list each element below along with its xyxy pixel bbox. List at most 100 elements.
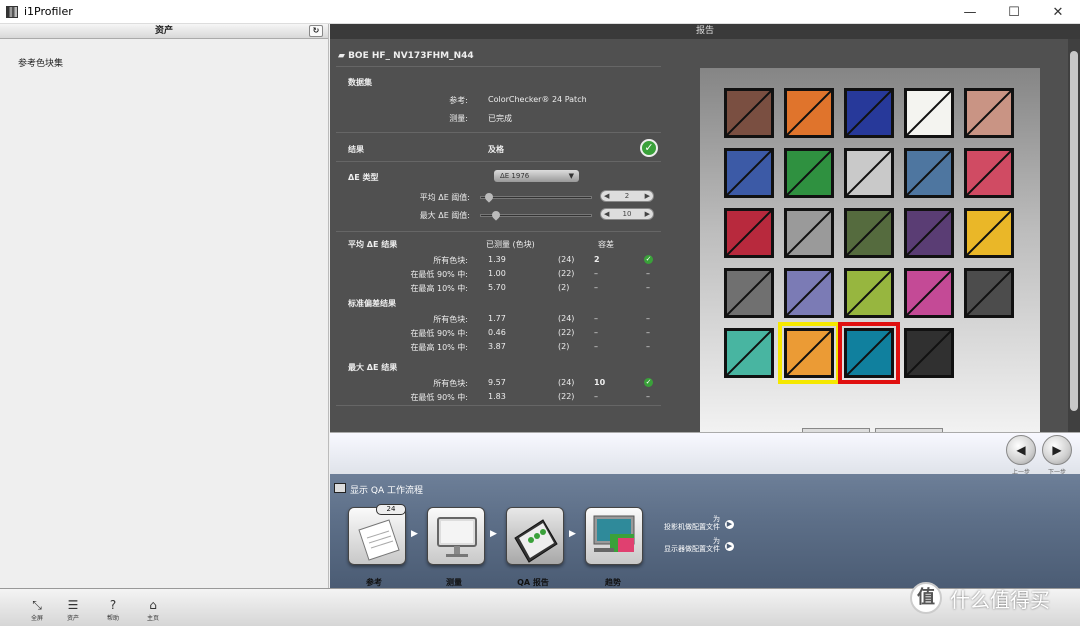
arrow-circle-icon[interactable]: ▶: [725, 520, 734, 529]
row-label: 在最高 10% 中:: [410, 343, 468, 352]
color-patch[interactable]: [904, 148, 954, 198]
section-title: 标准偏差结果: [348, 299, 396, 308]
clipboard-icon: [514, 519, 558, 563]
measure-label: 测量:: [449, 114, 468, 123]
list-icon: ☰: [67, 598, 79, 612]
color-patch[interactable]: [904, 88, 954, 138]
color-patch[interactable]: [724, 148, 774, 198]
color-patch[interactable]: [838, 322, 900, 384]
color-patch[interactable]: [784, 148, 834, 198]
report-scrollbar[interactable]: [1068, 39, 1080, 432]
color-patch[interactable]: [904, 208, 954, 258]
color-patch[interactable]: [844, 88, 894, 138]
row-value: 9.57: [488, 378, 506, 387]
refresh-icon[interactable]: ↻: [309, 25, 323, 37]
workflow-step-qa-report[interactable]: [506, 507, 564, 565]
row-count: (22): [558, 269, 575, 278]
de-type-dropdown[interactable]: ΔE 1976 ▼: [494, 170, 579, 182]
color-patch[interactable]: [724, 88, 774, 138]
color-patch[interactable]: [964, 148, 1014, 198]
row-tolerance: –: [594, 314, 598, 323]
row-label: 所有色块:: [433, 256, 468, 265]
row-count: (22): [558, 328, 575, 337]
close-button[interactable]: ✕: [1036, 0, 1080, 24]
color-patch[interactable]: [724, 268, 774, 318]
next-step-button[interactable]: ▶: [1042, 435, 1072, 465]
avg-threshold-value: 2: [624, 192, 630, 200]
color-patch[interactable]: [784, 88, 834, 138]
color-patch[interactable]: [844, 208, 894, 258]
row-tolerance: –: [594, 283, 598, 292]
stepper-decrement-icon[interactable]: ◀: [604, 210, 609, 218]
color-patch[interactable]: [778, 322, 840, 384]
color-patch[interactable]: [964, 268, 1014, 318]
max-threshold-slider[interactable]: [480, 209, 592, 221]
device-name: ▰ BOE HF_ NV173FHM_N44: [338, 51, 474, 61]
report-panel: ▰ BOE HF_ NV173FHM_N44 数据集 参考: ColorChec…: [330, 39, 1080, 434]
display-icon: [437, 517, 477, 557]
color-patch-grid: [700, 68, 1040, 432]
arrow-right-icon: ▶: [411, 529, 418, 539]
help-button[interactable]: ? 帮助: [101, 599, 125, 622]
color-patch[interactable]: [844, 268, 894, 318]
row-value: 1.00: [488, 269, 506, 278]
row-value: 1.83: [488, 392, 506, 401]
arrow-right-icon: ▶: [490, 529, 497, 539]
workflow-step-reference[interactable]: [348, 507, 406, 565]
profile-projector-link[interactable]: 为 投影机做配置文件: [652, 515, 720, 531]
row-label: 在最高 10% 中:: [410, 284, 468, 293]
row-status: –: [646, 283, 650, 292]
avg-threshold-stepper[interactable]: ◀ 2 ▶: [600, 190, 654, 202]
watermark-text: 什么值得买: [950, 587, 1050, 612]
row-value: 5.70: [488, 283, 506, 292]
row-status: –: [646, 314, 650, 323]
stepper-decrement-icon[interactable]: ◀: [604, 192, 609, 200]
minimize-button[interactable]: —: [948, 0, 992, 24]
color-patch[interactable]: [784, 208, 834, 258]
color-patch[interactable]: [964, 88, 1014, 138]
assets-button[interactable]: ☰ 资产: [61, 599, 85, 622]
row-status: –: [646, 269, 650, 278]
workflow-step-trend[interactable]: [585, 507, 643, 565]
avg-threshold-slider[interactable]: [480, 191, 592, 203]
home-button[interactable]: ⌂ 主页: [141, 599, 165, 622]
asset-item-reference-set[interactable]: 参考色块集: [18, 56, 63, 69]
color-patch[interactable]: [724, 208, 774, 258]
color-patch[interactable]: [784, 268, 834, 318]
max-threshold-stepper[interactable]: ◀ 10 ▶: [600, 208, 654, 220]
row-tolerance: –: [594, 328, 598, 337]
workflow-step-measure[interactable]: [427, 507, 485, 565]
check-icon: ✓: [644, 378, 653, 387]
row-label: 所有色块:: [433, 315, 468, 324]
row-tolerance: –: [594, 269, 598, 278]
title-bar: i1Profiler — ☐ ✕: [0, 0, 1080, 24]
scrollbar-thumb[interactable]: [1070, 51, 1078, 411]
prev-step-button[interactable]: ◀: [1006, 435, 1036, 465]
result-label: 结果: [348, 145, 364, 154]
color-patch[interactable]: [724, 328, 774, 378]
stepper-increment-icon[interactable]: ▶: [645, 192, 650, 200]
window-title: i1Profiler: [24, 5, 73, 18]
profile-display-link[interactable]: 为 显示器做配置文件: [652, 537, 720, 553]
step-label-trend: 趋势: [605, 578, 621, 587]
watermark: 值 什么值得买: [910, 582, 1050, 614]
row-label: 所有色块:: [433, 379, 468, 388]
color-patch[interactable]: [964, 208, 1014, 258]
fullscreen-icon: ⤡: [32, 598, 42, 612]
home-label: 主页: [146, 615, 159, 622]
fullscreen-button[interactable]: ⤡ 全屏: [25, 599, 49, 622]
maximize-button[interactable]: ☐: [992, 0, 1036, 24]
assets-panel: 资产 ↻ 参考色块集: [0, 24, 329, 588]
max-threshold-slider-knob[interactable]: [490, 209, 502, 221]
reference-value: ColorChecker® 24 Patch: [488, 95, 587, 104]
avg-threshold-slider-knob[interactable]: [483, 191, 495, 203]
row-count: (24): [558, 378, 575, 387]
color-patch[interactable]: [844, 148, 894, 198]
dataset-label: 数据集: [348, 78, 372, 87]
color-patch[interactable]: [904, 328, 954, 378]
app-icon: [6, 5, 18, 18]
row-value: 0.46: [488, 328, 506, 337]
stepper-increment-icon[interactable]: ▶: [645, 210, 650, 218]
color-patch[interactable]: [904, 268, 954, 318]
arrow-circle-icon[interactable]: ▶: [725, 542, 734, 551]
